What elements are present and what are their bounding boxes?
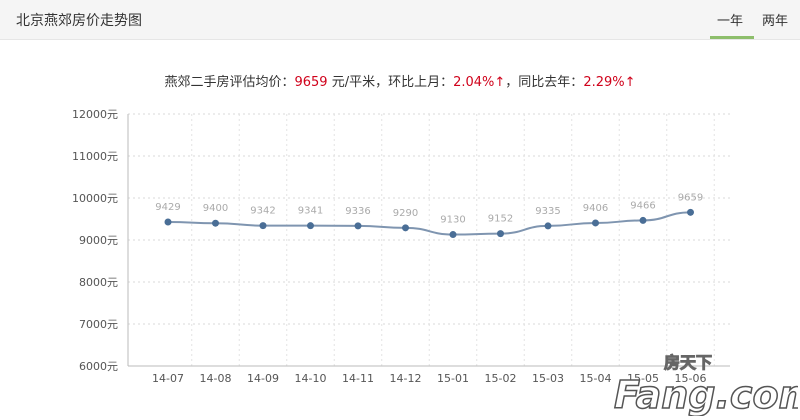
data-point xyxy=(402,224,409,232)
y-tick-label: 7000元 xyxy=(79,318,118,331)
y-tick-label: 11000元 xyxy=(72,150,118,163)
y-tick-label: 6000元 xyxy=(79,360,118,373)
watermark-brand-cn: 房天下 xyxy=(664,353,712,372)
data-point xyxy=(307,222,314,230)
data-label: 9152 xyxy=(488,214,513,225)
data-label: 9342 xyxy=(250,206,275,217)
x-tick-label: 14-12 xyxy=(390,372,422,385)
x-tick-label: 14-07 xyxy=(152,372,184,385)
data-label: 9466 xyxy=(630,200,655,211)
y-tick-label: 10000元 xyxy=(72,192,118,205)
y-tick-label: 9000元 xyxy=(79,234,118,247)
x-tick-label: 15-04 xyxy=(580,372,612,385)
data-point xyxy=(259,222,267,230)
data-label: 9400 xyxy=(203,203,228,214)
data-label: 9336 xyxy=(345,206,370,217)
x-tick-label: 14-08 xyxy=(200,372,232,385)
fang-watermark-logo: 房天下 Fang.com xyxy=(613,353,798,417)
data-label: 9335 xyxy=(535,206,560,217)
x-tick-label: 15-02 xyxy=(485,372,517,385)
data-point xyxy=(354,222,362,230)
data-point xyxy=(687,208,694,216)
data-label: 9290 xyxy=(393,208,418,219)
data-point xyxy=(497,230,504,238)
y-tick-label: 8000元 xyxy=(79,276,118,289)
data-label: 9659 xyxy=(678,192,703,203)
y-tick-label: 12000元 xyxy=(72,108,118,121)
watermark-brand-en: Fang.com xyxy=(614,373,798,416)
data-point xyxy=(449,231,457,239)
data-point xyxy=(164,218,172,226)
x-tick-label: 15-03 xyxy=(532,372,564,385)
data-point xyxy=(639,216,647,224)
data-label: 9130 xyxy=(440,215,465,226)
x-tick-label: 15-01 xyxy=(437,372,469,385)
data-label: 9406 xyxy=(583,203,608,214)
x-tick-label: 14-10 xyxy=(295,372,327,385)
data-point xyxy=(592,219,599,227)
data-point xyxy=(544,222,552,230)
x-tick-label: 14-09 xyxy=(247,372,279,385)
data-label: 9429 xyxy=(155,202,180,213)
data-point xyxy=(212,219,219,227)
x-tick-label: 14-11 xyxy=(342,372,374,385)
data-label: 9341 xyxy=(298,206,323,217)
